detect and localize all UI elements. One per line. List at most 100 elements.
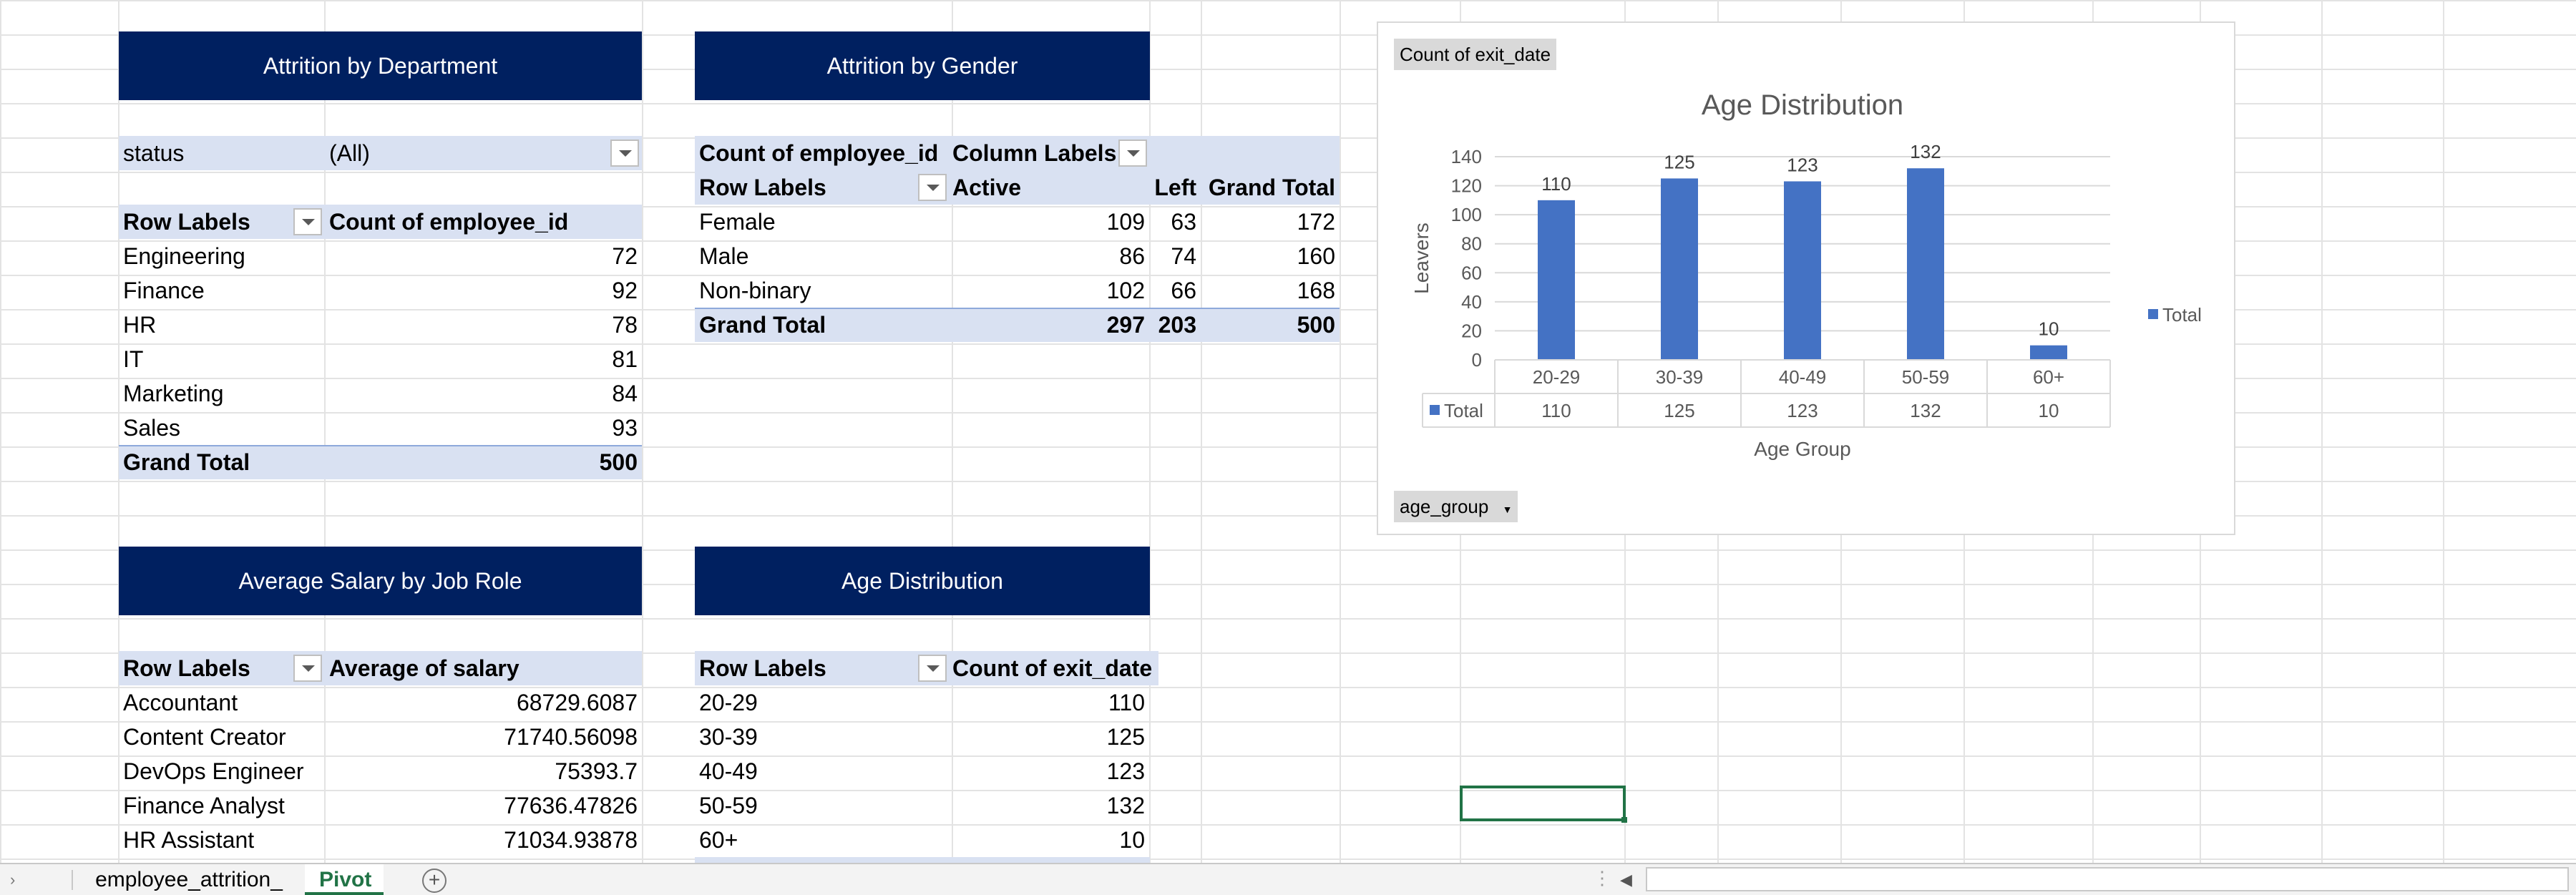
column-gridline (2321, 0, 2323, 863)
dept-row-label: HR (123, 312, 157, 338)
horizontal-scrollbar[interactable] (1646, 867, 2569, 891)
data-label: 132 (1910, 141, 1941, 162)
salary-row-label: Accountant (123, 690, 238, 715)
plus-icon: + (428, 869, 441, 891)
dept-row-value: 93 (612, 415, 638, 441)
salary-row-value: 75393.7 (555, 758, 638, 784)
dept-filter-value: (All) (329, 140, 370, 166)
salary-row-label: Finance Analyst (123, 793, 285, 818)
dept-row-labels-dropdown[interactable] (293, 208, 322, 235)
gender-row-label: Male (699, 243, 749, 269)
dept-row-label: Marketing (123, 381, 224, 406)
gender-row-left: 74 (1171, 243, 1196, 269)
column-gridline (1201, 0, 1202, 863)
salary-row-value: 68729.6087 (516, 690, 638, 715)
gender-row-total: 172 (1297, 209, 1335, 235)
gender-row-active: 86 (1119, 243, 1145, 269)
y-tick-label: 20 (1461, 320, 1482, 341)
bar (1538, 200, 1575, 360)
table-value: 125 (1664, 400, 1694, 421)
age-row-value: 125 (1106, 724, 1145, 750)
y-tick-label: 60 (1461, 262, 1482, 283)
dept-row-value: 72 (612, 243, 638, 269)
column-gridline (1149, 0, 1151, 863)
dept-row-label: Sales (123, 415, 181, 441)
salary-value-header: Average of salary (329, 655, 519, 681)
gender-row-labels-dropdown[interactable] (918, 174, 947, 201)
tab-scroll-left-icon[interactable]: › (10, 864, 15, 895)
age-row-value: 123 (1106, 758, 1145, 784)
bar (1661, 178, 1698, 360)
x-tick-label: 60+ (2033, 366, 2064, 388)
dept-total-value: 500 (599, 449, 638, 475)
dept-row-value: 78 (612, 312, 638, 338)
chart-title: Age Distribution (1702, 89, 1903, 121)
gender-col-left: Left (1154, 175, 1196, 200)
bar (1907, 168, 1944, 360)
y-tick-label: 100 (1451, 204, 1482, 225)
dept-row-label: Engineering (123, 243, 245, 269)
gender-total-left: 203 (1158, 312, 1196, 338)
x-tick-label: 40-49 (1779, 366, 1827, 388)
gender-row-label: Non-binary (699, 278, 811, 303)
data-label: 10 (2039, 318, 2059, 340)
dept-row-labels-header: Row Labels (123, 209, 250, 235)
gender-row-label: Female (699, 209, 776, 235)
y-tick-label: 40 (1461, 291, 1482, 313)
y-tick-label: 120 (1451, 175, 1482, 197)
gender-col-total: Grand Total (1208, 175, 1335, 200)
gender-row-labels-header: Row Labels (699, 175, 826, 200)
data-label: 123 (1787, 154, 1818, 175)
gender-column-labels-dropdown[interactable] (1118, 140, 1147, 167)
bar (2030, 345, 2067, 360)
pivot-chart[interactable]: Count of exit_date age_group ▼ Age Distr… (1377, 21, 2235, 535)
gender-col-active: Active (952, 175, 1022, 200)
gender-total-active: 297 (1106, 312, 1145, 338)
age-value-header: Count of exit_date (952, 655, 1153, 681)
gender-section-header: Attrition by Gender (695, 31, 1150, 100)
salary-row-labels-header: Row Labels (123, 655, 250, 681)
dept-row-value: 84 (612, 381, 638, 406)
dept-row-value: 81 (612, 346, 638, 372)
chart-canvas: Age Distribution 0 20 40 60 80 100 120 140 Leaver… (1410, 89, 2202, 460)
data-label: 125 (1664, 151, 1694, 172)
active-cell-selection[interactable] (1460, 786, 1627, 823)
table-value: 10 (2039, 400, 2059, 421)
salary-row-labels-dropdown[interactable] (293, 655, 322, 682)
age-row-labels-dropdown[interactable] (918, 655, 947, 682)
gender-column-labels: Column Labels (952, 140, 1117, 166)
y-axis-title: Leavers (1410, 222, 1433, 294)
tab-employee-attrition[interactable]: employee_attrition_ (73, 864, 305, 895)
age-row-value: 110 (1108, 690, 1145, 715)
salary-section-header: Average Salary by Job Role (119, 547, 642, 615)
table-value: 110 (1541, 400, 1571, 421)
tab-split-handle-icon[interactable]: ⋮ (1593, 867, 1611, 889)
salary-row-value: 77636.47826 (504, 793, 638, 818)
y-tick-label: 0 (1472, 349, 1482, 371)
dept-row-label: IT (123, 346, 144, 372)
age-row-label: 20-29 (699, 690, 758, 715)
column-gridline (1340, 0, 1341, 863)
dept-total-label: Grand Total (123, 449, 250, 475)
gender-row-total: 160 (1297, 243, 1335, 269)
x-tick-label: 30-39 (1656, 366, 1704, 388)
salary-row-label: Content Creator (123, 724, 286, 750)
dept-filter-dropdown[interactable] (610, 140, 639, 167)
hscroll-left-icon[interactable]: ◀ (1620, 864, 1632, 895)
table-legend-key (1430, 405, 1440, 415)
gender-row-left: 66 (1171, 278, 1196, 303)
age-total-band-partial (695, 857, 1150, 863)
age-section-header: Age Distribution (695, 547, 1150, 615)
dept-row-label: Finance (123, 278, 205, 303)
dept-section-header: Attrition by Department (119, 31, 642, 100)
worksheet-grid[interactable]: Attrition by Department status (All) Row… (0, 0, 2576, 863)
add-sheet-button[interactable]: + (422, 869, 447, 893)
table-value: 132 (1910, 400, 1941, 421)
age-row-label: 30-39 (699, 724, 758, 750)
x-tick-label: 20-29 (1533, 366, 1581, 388)
age-row-value: 10 (1119, 827, 1145, 853)
gender-row-total: 168 (1297, 278, 1335, 303)
tab-pivot[interactable]: Pivot (305, 864, 384, 895)
sheet-tab-bar: › employee_attrition_ Pivot + ⋮ ◀ (0, 863, 2576, 895)
column-gridline (2443, 0, 2444, 863)
